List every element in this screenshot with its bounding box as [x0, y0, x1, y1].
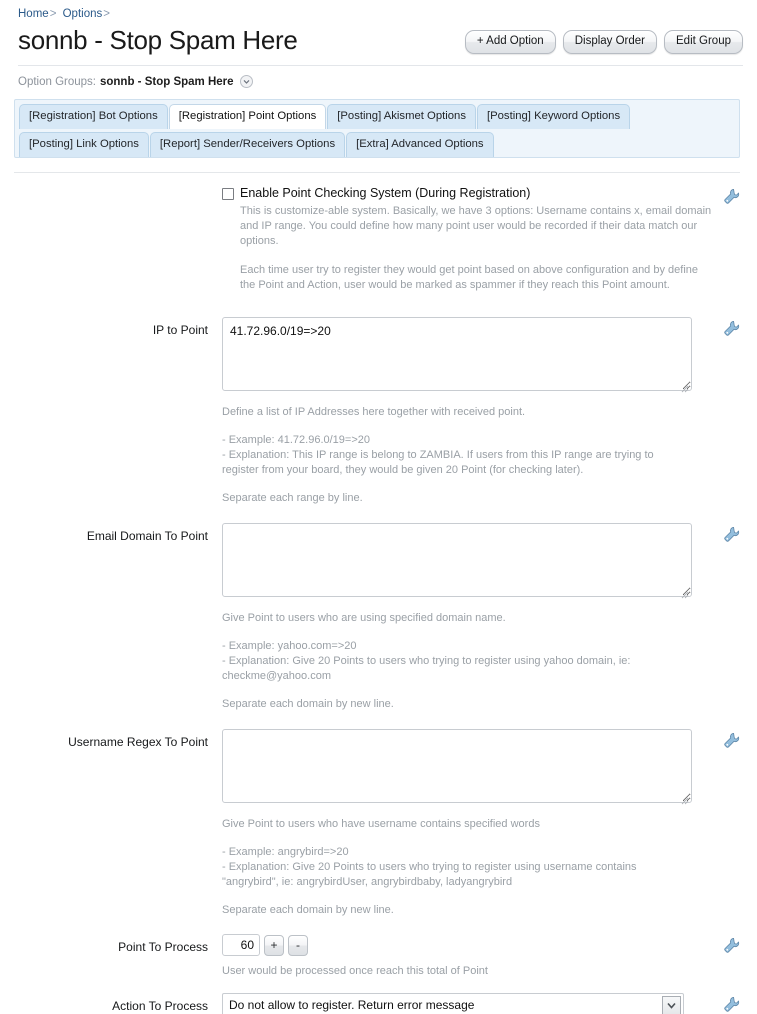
tab-registration-point-options[interactable]: [Registration] Point Options — [168, 104, 327, 129]
email-domain-to-point-input[interactable] — [222, 523, 692, 597]
action-to-process-select-wrap: Do not allow to register. Return error m… — [222, 993, 684, 1014]
page-header: sonnb - Stop Spam Here + Add Option Disp… — [0, 21, 757, 61]
page-title: sonnb - Stop Spam Here — [18, 25, 298, 55]
ip-to-point-textarea-wrap: 41.72.96.0/19=>20 — [222, 317, 692, 396]
point-to-process-label: Point To Process — [118, 940, 208, 954]
edit-group-button[interactable]: Edit Group — [664, 30, 743, 54]
form-row-enable-point-checking: Enable Point Checking System (During Reg… — [0, 185, 757, 293]
email-domain-hint-2: - Example: yahoo.com=>20 - Explanation: … — [222, 640, 631, 682]
enable-point-checking-checkbox[interactable] — [222, 188, 234, 200]
email-domain-hint-1: Give Point to users who are using specif… — [222, 612, 506, 624]
breadcrumb-link-home[interactable]: Home — [18, 8, 49, 20]
ip-to-point-hint-2: - Example: 41.72.96.0/19=>20 - Explanati… — [222, 434, 654, 476]
username-regex-wrench-cell — [723, 729, 757, 749]
option-groups-selector[interactable]: Option Groups: sonnb - Stop Spam Here — [18, 65, 743, 88]
point-to-process-wrench-cell — [723, 934, 757, 954]
breadcrumb-separator: > — [103, 8, 110, 20]
email-domain-wrench-cell — [723, 523, 757, 543]
username-regex-to-point-label: Username Regex To Point — [68, 735, 208, 749]
add-option-button[interactable]: + Add Option — [464, 30, 556, 54]
username-regex-textarea-wrap — [222, 729, 692, 808]
email-domain-hint-3: Separate each domain by new line. — [222, 698, 394, 710]
ip-to-point-label: IP to Point — [152, 323, 208, 337]
ip-to-point-field: 41.72.96.0/19=>20 Define a list of IP Ad… — [222, 317, 723, 506]
email-domain-to-point-hints: Give Point to users who are using specif… — [222, 611, 682, 712]
options-tab-panel: [Registration] Bot Options [Registration… — [14, 99, 740, 158]
tab-registration-bot-options[interactable]: [Registration] Bot Options — [19, 104, 168, 129]
option-groups-selected: sonnb - Stop Spam Here — [99, 75, 234, 88]
email-domain-to-point-label: Email Domain To Point — [86, 529, 208, 543]
breadcrumb-link-options[interactable]: Options — [63, 8, 103, 20]
wrench-icon[interactable] — [723, 320, 740, 337]
tab-posting-keyword-options[interactable]: [Posting] Keyword Options — [476, 104, 631, 129]
option-groups-label: Option Groups: — [18, 75, 96, 88]
enable-point-checking-label: Enable Point Checking System (During Reg… — [240, 186, 531, 200]
ip-to-point-input[interactable]: 41.72.96.0/19=>20 — [222, 317, 692, 391]
tab-extra-advanced-options[interactable]: [Extra] Advanced Options — [346, 132, 494, 157]
point-decrement-button[interactable]: - — [288, 934, 308, 956]
form-row-username-regex-to-point: Username Regex To Point Give Point to us… — [0, 729, 757, 918]
form-row-ip-to-point: IP to Point 41.72.96.0/19=>20 Define a l… — [0, 317, 757, 506]
breadcrumb: Home> Options> — [0, 0, 757, 21]
username-regex-to-point-field: Give Point to users who have username co… — [222, 729, 723, 918]
enable-point-checking-desc-2: Each time user try to register they woul… — [240, 264, 699, 291]
tab-posting-akismet-options[interactable]: [Posting] Akismet Options — [327, 104, 476, 129]
username-regex-hint-1: Give Point to users who have username co… — [222, 818, 540, 830]
ip-to-point-wrench-cell — [723, 317, 757, 337]
wrench-icon[interactable] — [723, 937, 740, 954]
breadcrumb-separator: > — [49, 8, 57, 20]
username-regex-hint-2: - Example: angrybird=>20 - Explanation: … — [222, 846, 637, 888]
form-row-action-to-process: Action To Process Do not allow to regist… — [0, 993, 757, 1014]
wrench-icon[interactable] — [723, 526, 740, 543]
options-form: Enable Point Checking System (During Reg… — [0, 173, 757, 1014]
display-order-button[interactable]: Display Order — [562, 30, 658, 54]
header-action-buttons: + Add Option Display Order Edit Group — [464, 24, 743, 54]
action-to-process-wrench-cell — [723, 993, 757, 1013]
enable-point-checking-checkbox-block[interactable]: Enable Point Checking System (During Reg… — [222, 185, 715, 202]
wrench-icon[interactable] — [723, 732, 740, 749]
ip-to-point-hint-1: Define a list of IP Addresses here toget… — [222, 406, 526, 418]
enable-point-checking-field: Enable Point Checking System (During Reg… — [222, 185, 723, 293]
action-to-process-label: Action To Process — [112, 999, 208, 1013]
point-to-process-field: + - User would be processed once reach t… — [222, 934, 723, 979]
tab-posting-link-options[interactable]: [Posting] Link Options — [19, 132, 149, 157]
wrench-icon[interactable] — [723, 188, 740, 205]
tab-report-sender-receivers-options[interactable]: [Report] Sender/Receivers Options — [149, 132, 346, 157]
tabs-row-1: [Registration] Bot Options [Registration… — [19, 104, 735, 129]
wrench-icon[interactable] — [723, 996, 740, 1013]
empty-label-cell — [0, 185, 222, 190]
enable-point-checking-description: This is customize-able system. Basically… — [240, 204, 715, 293]
username-regex-to-point-hints: Give Point to users who have username co… — [222, 817, 682, 918]
form-row-email-domain-to-point: Email Domain To Point Give Point to user… — [0, 523, 757, 712]
form-row-point-to-process: Point To Process + - User would be proce… — [0, 934, 757, 979]
username-regex-hint-3: Separate each domain by new line. — [222, 904, 394, 916]
point-to-process-stepper: + - — [222, 934, 715, 956]
action-to-process-select[interactable]: Do not allow to register. Return error m… — [222, 993, 684, 1014]
email-domain-textarea-wrap — [222, 523, 692, 602]
admin-options-page: Home> Options> sonnb - Stop Spam Here + … — [0, 0, 757, 1014]
chevron-down-icon[interactable] — [239, 75, 253, 88]
ip-to-point-hint-3: Separate each range by line. — [222, 492, 363, 504]
point-to-process-input[interactable] — [222, 934, 260, 956]
tabs-row-2: [Posting] Link Options [Report] Sender/R… — [19, 132, 735, 157]
point-increment-button[interactable]: + — [264, 934, 284, 956]
ip-to-point-hints: Define a list of IP Addresses here toget… — [222, 405, 682, 506]
point-to-process-hint: User would be processed once reach this … — [222, 965, 488, 977]
enable-point-checking-wrench-cell — [723, 185, 757, 205]
action-to-process-field: Do not allow to register. Return error m… — [222, 993, 723, 1014]
enable-point-checking-desc-1: This is customize-able system. Basically… — [240, 205, 712, 247]
username-regex-to-point-input[interactable] — [222, 729, 692, 803]
email-domain-to-point-field: Give Point to users who are using specif… — [222, 523, 723, 712]
